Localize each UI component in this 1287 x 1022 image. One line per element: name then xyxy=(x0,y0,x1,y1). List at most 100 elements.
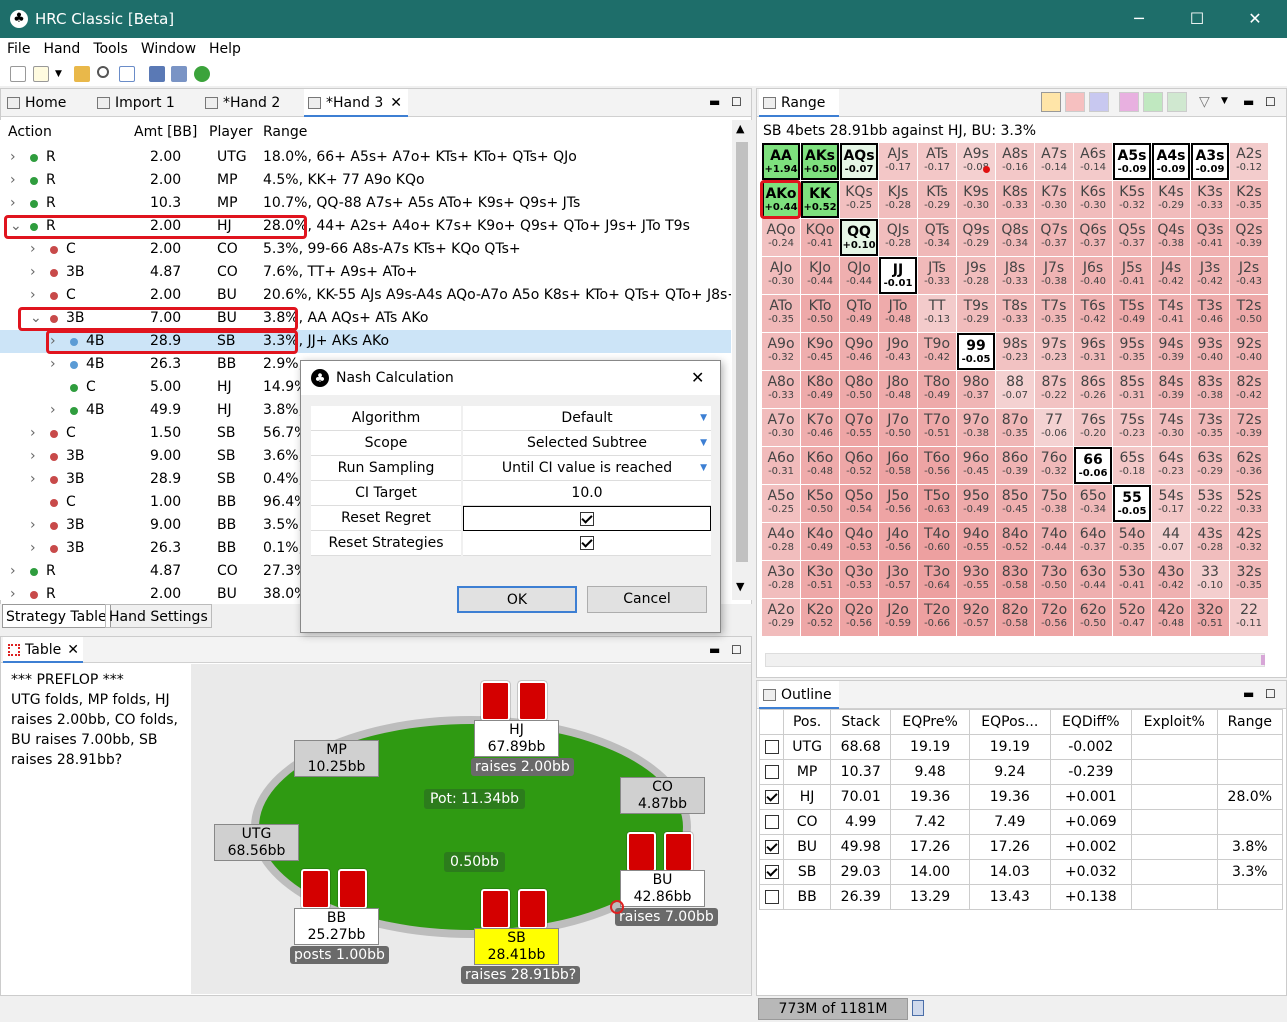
hand-cell[interactable]: T8o -0.49 xyxy=(918,371,956,408)
hand-cell[interactable]: K5s -0.32 xyxy=(1113,181,1151,218)
hand-cell[interactable]: 84o -0.52 xyxy=(996,523,1034,560)
hand-cell[interactable]: 72o -0.56 xyxy=(1035,599,1073,636)
hand-cell[interactable]: 88 -0.07 xyxy=(996,371,1034,408)
expand-icon[interactable]: › xyxy=(50,399,56,422)
hand-cell[interactable]: 85s -0.31 xyxy=(1113,371,1151,408)
hand-cell[interactable]: T5o -0.63 xyxy=(918,485,956,522)
dialog-checkbox-cell[interactable] xyxy=(463,506,711,531)
seat-bb[interactable]: BB 25.27bb xyxy=(294,908,379,945)
hand-cell[interactable]: 53s -0.22 xyxy=(1191,485,1229,522)
expand-icon[interactable]: › xyxy=(50,353,56,376)
hand-cell[interactable]: 95o -0.49 xyxy=(957,485,995,522)
tree-row[interactable]: › C 2.00 CO 5.3%, 99-66 A8s-A7s KTs+ KQo QTs… xyxy=(0,238,731,261)
maximize-panel-icon[interactable]: ☐ xyxy=(731,643,742,657)
outline-col-header[interactable]: EQDiff% xyxy=(1049,709,1132,735)
hand-cell[interactable]: 52s -0.33 xyxy=(1230,485,1268,522)
hand-cell[interactable]: J8o -0.48 xyxy=(879,371,917,408)
hand-cell[interactable]: T6s -0.42 xyxy=(1074,295,1112,332)
scroll-down-icon[interactable]: ▼ xyxy=(736,580,744,593)
hand-cell[interactable]: 98o -0.37 xyxy=(957,371,995,408)
hand-cell[interactable]: 33 -0.10 xyxy=(1191,561,1229,598)
open-folder-icon[interactable] xyxy=(74,66,90,82)
hand-cell[interactable]: 97o -0.38 xyxy=(957,409,995,446)
hand-cell[interactable]: Q9o -0.46 xyxy=(840,333,878,370)
hand-cell[interactable]: K4o -0.49 xyxy=(801,523,839,560)
ok-button[interactable]: OK xyxy=(457,586,577,613)
hand-cell[interactable]: Q6s -0.37 xyxy=(1074,219,1112,256)
hand-cell[interactable]: J5o -0.56 xyxy=(879,485,917,522)
hand-cell[interactable]: J2s -0.43 xyxy=(1230,257,1268,294)
hand-cell[interactable]: 76s -0.20 xyxy=(1074,409,1112,446)
hand-cell[interactable]: 63o -0.44 xyxy=(1074,561,1112,598)
hand-cell[interactable]: 82o -0.58 xyxy=(996,599,1034,636)
hand-cell[interactable]: KJo -0.44 xyxy=(801,257,839,294)
tab-range[interactable]: Range xyxy=(759,89,839,117)
hand-cell[interactable]: J3o -0.57 xyxy=(879,561,917,598)
hand-cell[interactable]: 99 -0.05 xyxy=(957,333,995,370)
hand-cell[interactable]: 43o -0.42 xyxy=(1152,561,1190,598)
hand-cell[interactable]: 94o -0.55 xyxy=(957,523,995,560)
hand-cell[interactable]: 63s -0.29 xyxy=(1191,447,1229,484)
hand-cell[interactable]: K8o -0.49 xyxy=(801,371,839,408)
hand-cell[interactable]: A6s -0.14 xyxy=(1074,143,1112,180)
hand-cell[interactable]: 54o -0.35 xyxy=(1113,523,1151,560)
color-mode-icon[interactable] xyxy=(1119,92,1139,112)
hand-cell[interactable]: 86s -0.26 xyxy=(1074,371,1112,408)
hand-cell[interactable]: T4s -0.41 xyxy=(1152,295,1190,332)
hand-cell[interactable]: 87o -0.35 xyxy=(996,409,1034,446)
hand-cell[interactable]: 84s -0.39 xyxy=(1152,371,1190,408)
hand-cell[interactable]: K8s -0.33 xyxy=(996,181,1034,218)
hand-cell[interactable]: 22 -0.11 xyxy=(1230,599,1268,636)
hand-cell[interactable]: 76o -0.32 xyxy=(1035,447,1073,484)
outline-col-header[interactable]: Range xyxy=(1216,709,1284,735)
hand-cell[interactable]: A2o -0.29 xyxy=(762,599,800,636)
hand-cell[interactable]: AJo -0.30 xyxy=(762,257,800,294)
tab-import[interactable]: Import 1 xyxy=(93,89,193,117)
minimize-panel-icon[interactable]: ▬ xyxy=(1243,95,1254,109)
hand-cell[interactable]: K2s -0.35 xyxy=(1230,181,1268,218)
hand-cell[interactable]: 93o -0.55 xyxy=(957,561,995,598)
hand-cell[interactable]: T3s -0.46 xyxy=(1191,295,1229,332)
hand-cell[interactable]: T6o -0.56 xyxy=(918,447,956,484)
hand-cell[interactable]: 92o -0.57 xyxy=(957,599,995,636)
hand-cell[interactable]: 64s -0.23 xyxy=(1152,447,1190,484)
hand-cell[interactable]: ATo -0.35 xyxy=(762,295,800,332)
save-icon[interactable] xyxy=(149,66,165,82)
dialog-value[interactable]: Until CI value is reached ▼ xyxy=(463,456,711,481)
hand-cell[interactable]: KTs -0.29 xyxy=(918,181,956,218)
hand-cell[interactable]: A6o -0.31 xyxy=(762,447,800,484)
expand-icon[interactable]: › xyxy=(30,445,36,468)
hand-cell[interactable]: Q7o -0.55 xyxy=(840,409,878,446)
hand-cell[interactable]: K6s -0.30 xyxy=(1074,181,1112,218)
seat-co[interactable]: CO 4.87bb xyxy=(620,777,705,814)
hand-cell[interactable]: 74s -0.30 xyxy=(1152,409,1190,446)
hand-cell[interactable]: JTs -0.33 xyxy=(918,257,956,294)
hand-cell[interactable]: A5s -0.09 xyxy=(1113,143,1151,180)
hand-cell[interactable]: TT -0.13 xyxy=(918,295,956,332)
scroll-thumb[interactable] xyxy=(1261,655,1265,665)
tree-row[interactable]: › R 10.3 MP 10.7%, QQ-88 A7s+ A5s ATo+ K9s+ … xyxy=(0,192,731,215)
hand-cell[interactable]: J6s -0.40 xyxy=(1074,257,1112,294)
maximize-panel-icon[interactable]: ☐ xyxy=(1265,687,1276,701)
hand-cell[interactable]: 64o -0.37 xyxy=(1074,523,1112,560)
hand-cell[interactable]: K2o -0.52 xyxy=(801,599,839,636)
hand-cell[interactable]: Q9s -0.29 xyxy=(957,219,995,256)
outline-col-header[interactable]: Exploit% xyxy=(1130,709,1218,735)
hand-cell[interactable]: T5s -0.49 xyxy=(1113,295,1151,332)
hand-cell[interactable]: 75s -0.23 xyxy=(1113,409,1151,446)
row-checkbox[interactable] xyxy=(764,740,779,754)
dropdown-icon[interactable]: ▼ xyxy=(700,431,707,456)
hand-cell[interactable]: 44 -0.07 xyxy=(1152,523,1190,560)
run-icon[interactable] xyxy=(194,66,210,82)
trash-icon[interactable] xyxy=(912,1000,924,1016)
maximize-panel-icon[interactable]: ☐ xyxy=(1265,95,1276,109)
tab-outline[interactable]: Outline xyxy=(759,681,839,709)
outline-col-header[interactable]: Pos. xyxy=(782,709,832,735)
hand-cell[interactable]: J5s -0.41 xyxy=(1113,257,1151,294)
hand-cell[interactable]: K5o -0.50 xyxy=(801,485,839,522)
hand-cell[interactable]: 75o -0.38 xyxy=(1035,485,1073,522)
hand-cell[interactable]: T9s -0.29 xyxy=(957,295,995,332)
expand-icon[interactable]: › xyxy=(10,146,16,169)
hand-cell[interactable]: J7o -0.50 xyxy=(879,409,917,446)
row-checkbox[interactable] xyxy=(764,840,779,854)
